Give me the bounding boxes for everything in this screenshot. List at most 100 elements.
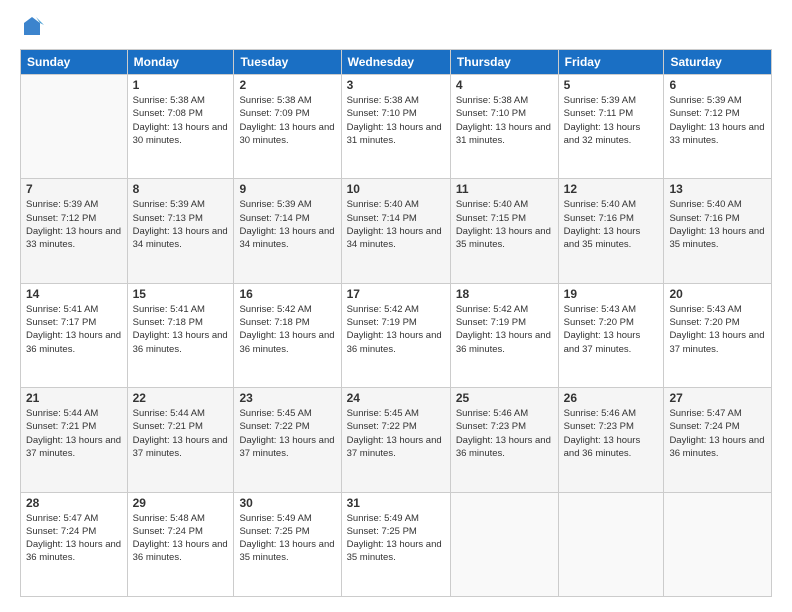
calendar-cell: 11 Sunrise: 5:40 AM Sunset: 7:15 PM Dayli… bbox=[450, 179, 558, 283]
day-info: Sunrise: 5:38 AM Sunset: 7:10 PM Dayligh… bbox=[347, 94, 445, 147]
calendar-cell: 27Sunrise: 5:47 AM Sunset: 7:24 PM Dayli… bbox=[664, 388, 772, 492]
day-info: Sunrise: 5:41 AM Sunset: 7:17 PM Dayligh… bbox=[26, 303, 122, 356]
calendar-cell: 10Sunrise: 5:40 AM Sunset: 7:14 PM Dayli… bbox=[341, 179, 450, 283]
calendar-cell: 9 Sunrise: 5:39 AM Sunset: 7:14 PM Daylig… bbox=[234, 179, 341, 283]
day-number: 24 bbox=[347, 391, 445, 405]
calendar-table: SundayMondayTuesdayWednesdayThursdayFrid… bbox=[20, 49, 772, 597]
day-number: 2 bbox=[239, 78, 335, 92]
day-number: 19 bbox=[564, 287, 659, 301]
day-info: Sunrise: 5:42 AM Sunset: 7:19 PM Dayligh… bbox=[456, 303, 553, 356]
calendar-cell: 4Sunrise: 5:38 AM Sunset: 7:10 PM Daylig… bbox=[450, 75, 558, 179]
calendar-cell: 29 Sunrise: 5:48 AM Sunset: 7:24 PM Dayli… bbox=[127, 492, 234, 596]
calendar-cell: 26 Sunrise: 5:46 AM Sunset: 7:23 PM Dayli… bbox=[558, 388, 664, 492]
logo bbox=[20, 15, 48, 39]
day-number: 30 bbox=[239, 496, 335, 510]
calendar-cell: 13 Sunrise: 5:40 AM Sunset: 7:16 PM Dayli… bbox=[664, 179, 772, 283]
calendar-cell: 25Sunrise: 5:46 AM Sunset: 7:23 PM Dayli… bbox=[450, 388, 558, 492]
day-number: 20 bbox=[669, 287, 766, 301]
weekday-header-sunday: Sunday bbox=[21, 50, 128, 75]
weekday-header-monday: Monday bbox=[127, 50, 234, 75]
calendar-cell bbox=[450, 492, 558, 596]
day-number: 18 bbox=[456, 287, 553, 301]
day-number: 16 bbox=[239, 287, 335, 301]
calendar-cell: 28Sunrise: 5:47 AM Sunset: 7:24 PM Dayli… bbox=[21, 492, 128, 596]
day-number: 1 bbox=[133, 78, 229, 92]
weekday-header-friday: Friday bbox=[558, 50, 664, 75]
day-info: Sunrise: 5:39 AM Sunset: 7:13 PM Dayligh… bbox=[133, 198, 229, 251]
day-info: Sunrise: 5:40 AM Sunset: 7:16 PM Dayligh… bbox=[669, 198, 766, 251]
calendar-cell: 21Sunrise: 5:44 AM Sunset: 7:21 PM Dayli… bbox=[21, 388, 128, 492]
calendar-cell bbox=[21, 75, 128, 179]
day-info: Sunrise: 5:43 AM Sunset: 7:20 PM Dayligh… bbox=[564, 303, 659, 356]
calendar-cell: 7 Sunrise: 5:39 AM Sunset: 7:12 PM Daylig… bbox=[21, 179, 128, 283]
day-number: 26 bbox=[564, 391, 659, 405]
day-info: Sunrise: 5:45 AM Sunset: 7:22 PM Dayligh… bbox=[347, 407, 445, 460]
calendar-cell: 14 Sunrise: 5:41 AM Sunset: 7:17 PM Dayli… bbox=[21, 283, 128, 387]
day-info: Sunrise: 5:42 AM Sunset: 7:18 PM Dayligh… bbox=[239, 303, 335, 356]
calendar-cell: 17 Sunrise: 5:42 AM Sunset: 7:19 PM Dayli… bbox=[341, 283, 450, 387]
day-number: 4 bbox=[456, 78, 553, 92]
day-number: 13 bbox=[669, 182, 766, 196]
calendar-cell: 31 Sunrise: 5:49 AM Sunset: 7:25 PM Dayli… bbox=[341, 492, 450, 596]
calendar-cell: 12 Sunrise: 5:40 AM Sunset: 7:16 PM Dayli… bbox=[558, 179, 664, 283]
day-number: 14 bbox=[26, 287, 122, 301]
day-number: 7 bbox=[26, 182, 122, 196]
logo-icon bbox=[20, 15, 44, 39]
day-info: Sunrise: 5:39 AM Sunset: 7:11 PM Dayligh… bbox=[564, 94, 659, 147]
day-number: 9 bbox=[239, 182, 335, 196]
weekday-header-tuesday: Tuesday bbox=[234, 50, 341, 75]
calendar-cell: 19 Sunrise: 5:43 AM Sunset: 7:20 PM Dayli… bbox=[558, 283, 664, 387]
calendar-cell bbox=[664, 492, 772, 596]
calendar-cell: 5Sunrise: 5:39 AM Sunset: 7:11 PM Daylig… bbox=[558, 75, 664, 179]
day-info: Sunrise: 5:39 AM Sunset: 7:12 PM Dayligh… bbox=[26, 198, 122, 251]
calendar-cell: 22 Sunrise: 5:44 AM Sunset: 7:21 PM Dayli… bbox=[127, 388, 234, 492]
header bbox=[20, 15, 772, 39]
day-number: 8 bbox=[133, 182, 229, 196]
weekday-header-thursday: Thursday bbox=[450, 50, 558, 75]
weekday-header-row: SundayMondayTuesdayWednesdayThursdayFrid… bbox=[21, 50, 772, 75]
day-number: 10 bbox=[347, 182, 445, 196]
day-number: 31 bbox=[347, 496, 445, 510]
day-info: Sunrise: 5:39 AM Sunset: 7:14 PM Dayligh… bbox=[239, 198, 335, 251]
calendar-cell: 20 Sunrise: 5:43 AM Sunset: 7:20 PM Dayli… bbox=[664, 283, 772, 387]
weekday-header-saturday: Saturday bbox=[664, 50, 772, 75]
day-number: 17 bbox=[347, 287, 445, 301]
day-number: 27 bbox=[669, 391, 766, 405]
day-number: 29 bbox=[133, 496, 229, 510]
day-number: 15 bbox=[133, 287, 229, 301]
day-info: Sunrise: 5:48 AM Sunset: 7:24 PM Dayligh… bbox=[133, 512, 229, 565]
day-info: Sunrise: 5:44 AM Sunset: 7:21 PM Dayligh… bbox=[133, 407, 229, 460]
day-info: Sunrise: 5:43 AM Sunset: 7:20 PM Dayligh… bbox=[669, 303, 766, 356]
day-number: 22 bbox=[133, 391, 229, 405]
day-info: Sunrise: 5:44 AM Sunset: 7:21 PM Dayligh… bbox=[26, 407, 122, 460]
day-info: Sunrise: 5:40 AM Sunset: 7:15 PM Dayligh… bbox=[456, 198, 553, 251]
day-number: 12 bbox=[564, 182, 659, 196]
calendar-week-row: 1 Sunrise: 5:38 AM Sunset: 7:08 PM Daylig… bbox=[21, 75, 772, 179]
day-info: Sunrise: 5:49 AM Sunset: 7:25 PM Dayligh… bbox=[239, 512, 335, 565]
day-info: Sunrise: 5:41 AM Sunset: 7:18 PM Dayligh… bbox=[133, 303, 229, 356]
calendar-cell: 18 Sunrise: 5:42 AM Sunset: 7:19 PM Dayli… bbox=[450, 283, 558, 387]
day-info: Sunrise: 5:46 AM Sunset: 7:23 PM Dayligh… bbox=[456, 407, 553, 460]
day-number: 23 bbox=[239, 391, 335, 405]
day-info: Sunrise: 5:39 AM Sunset: 7:12 PM Dayligh… bbox=[669, 94, 766, 147]
day-info: Sunrise: 5:46 AM Sunset: 7:23 PM Dayligh… bbox=[564, 407, 659, 460]
calendar-cell: 2 Sunrise: 5:38 AM Sunset: 7:09 PM Daylig… bbox=[234, 75, 341, 179]
calendar-cell: 6Sunrise: 5:39 AM Sunset: 7:12 PM Daylig… bbox=[664, 75, 772, 179]
calendar-week-row: 14 Sunrise: 5:41 AM Sunset: 7:17 PM Dayli… bbox=[21, 283, 772, 387]
calendar-cell bbox=[558, 492, 664, 596]
weekday-header-wednesday: Wednesday bbox=[341, 50, 450, 75]
day-info: Sunrise: 5:38 AM Sunset: 7:09 PM Dayligh… bbox=[239, 94, 335, 147]
calendar-cell: 8 Sunrise: 5:39 AM Sunset: 7:13 PM Daylig… bbox=[127, 179, 234, 283]
day-info: Sunrise: 5:49 AM Sunset: 7:25 PM Dayligh… bbox=[347, 512, 445, 565]
calendar-week-row: 7 Sunrise: 5:39 AM Sunset: 7:12 PM Daylig… bbox=[21, 179, 772, 283]
day-number: 11 bbox=[456, 182, 553, 196]
day-info: Sunrise: 5:45 AM Sunset: 7:22 PM Dayligh… bbox=[239, 407, 335, 460]
calendar-cell: 23 Sunrise: 5:45 AM Sunset: 7:22 PM Dayli… bbox=[234, 388, 341, 492]
page: SundayMondayTuesdayWednesdayThursdayFrid… bbox=[0, 0, 792, 612]
calendar-cell: 30 Sunrise: 5:49 AM Sunset: 7:25 PM Dayli… bbox=[234, 492, 341, 596]
day-info: Sunrise: 5:42 AM Sunset: 7:19 PM Dayligh… bbox=[347, 303, 445, 356]
day-info: Sunrise: 5:40 AM Sunset: 7:16 PM Dayligh… bbox=[564, 198, 659, 251]
day-number: 3 bbox=[347, 78, 445, 92]
calendar-cell: 24 Sunrise: 5:45 AM Sunset: 7:22 PM Dayli… bbox=[341, 388, 450, 492]
day-info: Sunrise: 5:38 AM Sunset: 7:08 PM Dayligh… bbox=[133, 94, 229, 147]
